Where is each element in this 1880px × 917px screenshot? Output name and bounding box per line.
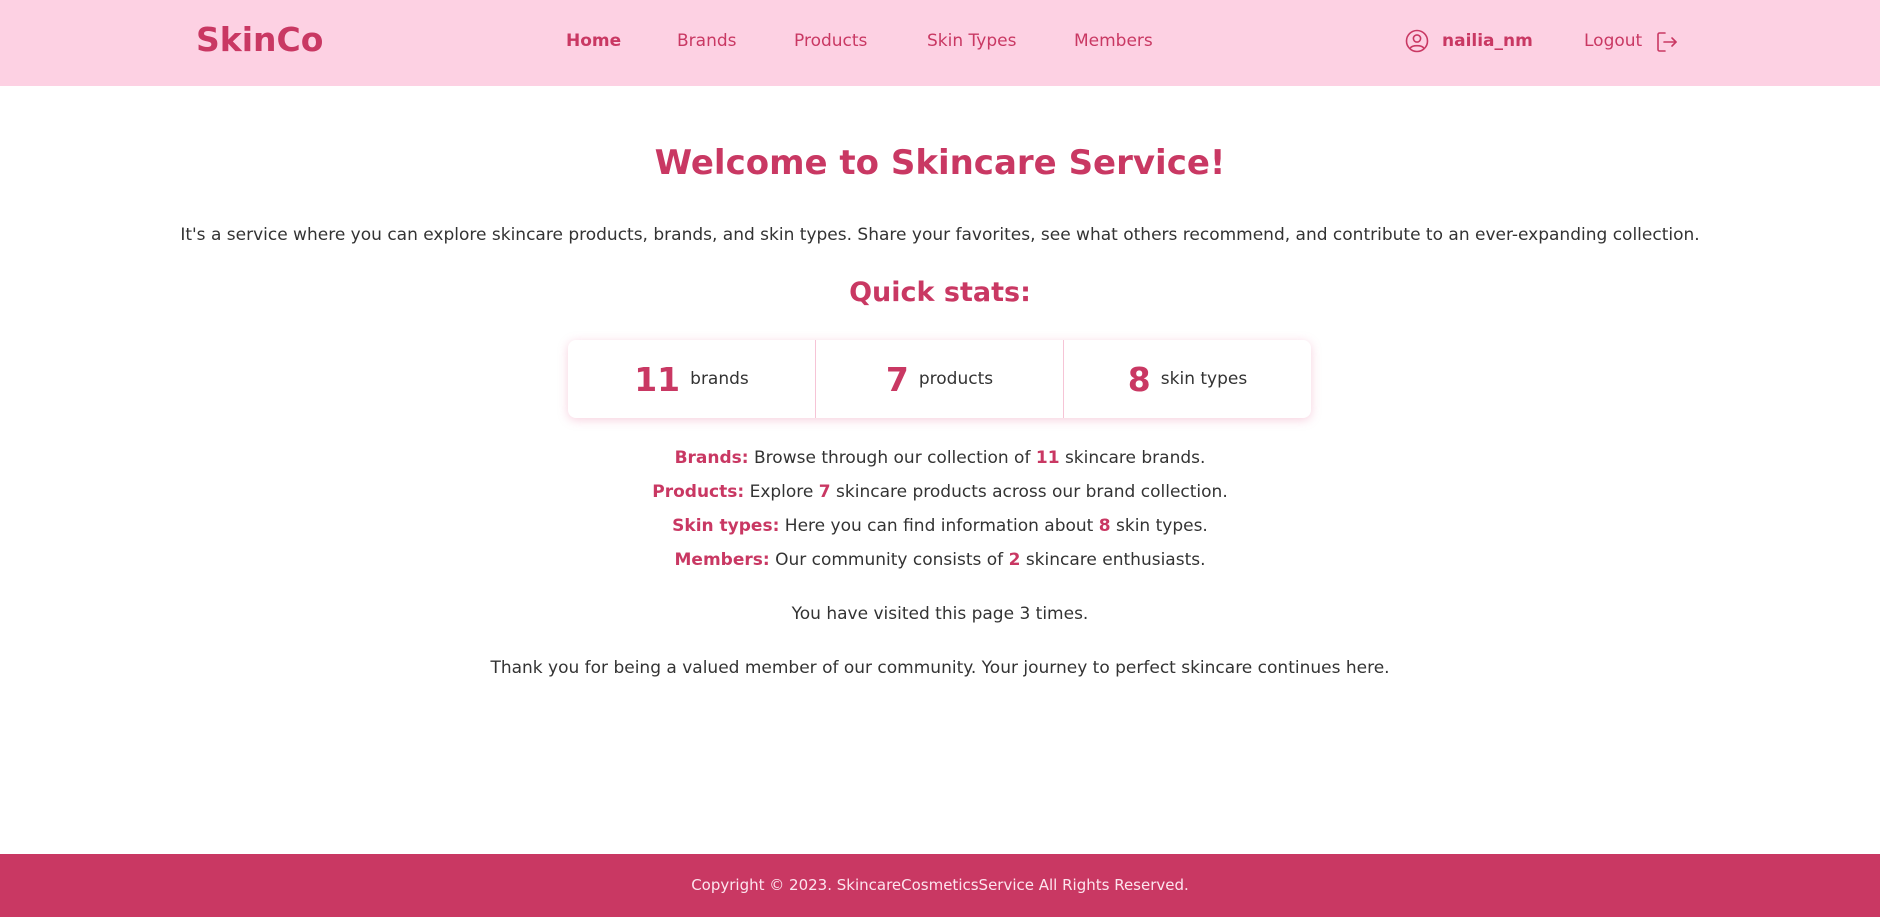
stat-label: brands [690, 369, 749, 389]
desc-number: 8 [1098, 516, 1111, 536]
visit-counter: You have visited this page 3 times. [791, 604, 1089, 624]
nav-products[interactable]: Products [794, 31, 867, 51]
stat-value: 11 [634, 359, 681, 399]
nav-members[interactable]: Members [1074, 31, 1153, 51]
desc-text: Browse through our collection of [754, 448, 1031, 468]
desc-key: Members: [674, 550, 770, 570]
stat-brands: 11 brands [568, 340, 816, 418]
stat-products: 7 products [816, 340, 1064, 418]
desc-key: Brands: [674, 448, 749, 468]
user-circle-icon[interactable] [1405, 29, 1429, 53]
desc-number: 11 [1035, 448, 1060, 468]
intro-text: It's a service where you can explore ski… [180, 225, 1700, 245]
desc-brands: Brands: Browse through our collection of… [0, 448, 1880, 468]
quick-stats-card: 11 brands 7 products 8 skin types [568, 340, 1311, 418]
desc-text: skin types. [1116, 516, 1208, 536]
navbar: SkinCo Home Brands Products Skin Types M… [0, 0, 1880, 86]
desc-text: skincare enthusiasts. [1025, 550, 1206, 570]
stat-value: 8 [1127, 359, 1151, 399]
page-title: Welcome to Skincare Service! [654, 143, 1226, 183]
stat-label: products [918, 369, 994, 389]
thanks-text: Thank you for being a valued member of o… [490, 658, 1390, 678]
desc-products: Products: Explore 7 skincare products ac… [0, 482, 1880, 502]
nav-home[interactable]: Home [566, 31, 621, 51]
desc-key: Skin types: [672, 516, 780, 536]
copyright-text: Copyright © 2023. SkincareCosmeticsServi… [691, 876, 1189, 894]
footer: Copyright © 2023. SkincareCosmeticsServi… [0, 854, 1880, 917]
desc-text: Here you can find information about [784, 516, 1094, 536]
nav-skin-types[interactable]: Skin Types [927, 31, 1016, 51]
stat-value: 7 [885, 359, 909, 399]
desc-members: Members: Our community consists of 2 ski… [0, 550, 1880, 570]
desc-number: 2 [1008, 550, 1021, 570]
desc-text: Explore [749, 482, 814, 502]
logout-button[interactable]: Logout [1584, 31, 1642, 51]
desc-text: skincare products across our brand colle… [836, 482, 1228, 502]
stat-label: skin types [1160, 369, 1248, 389]
username[interactable]: nailia_nm [1442, 31, 1533, 51]
desc-skin-types: Skin types: Here you can find informatio… [0, 516, 1880, 536]
desc-number: 7 [818, 482, 831, 502]
desc-text: skincare brands. [1064, 448, 1206, 468]
stat-skin-types: 8 skin types [1064, 340, 1311, 418]
desc-key: Products: [652, 482, 745, 502]
desc-text: Our community consists of [775, 550, 1004, 570]
nav-brands[interactable]: Brands [677, 31, 737, 51]
logout-icon[interactable] [1655, 30, 1679, 54]
stats-title: Quick stats: [849, 277, 1031, 308]
